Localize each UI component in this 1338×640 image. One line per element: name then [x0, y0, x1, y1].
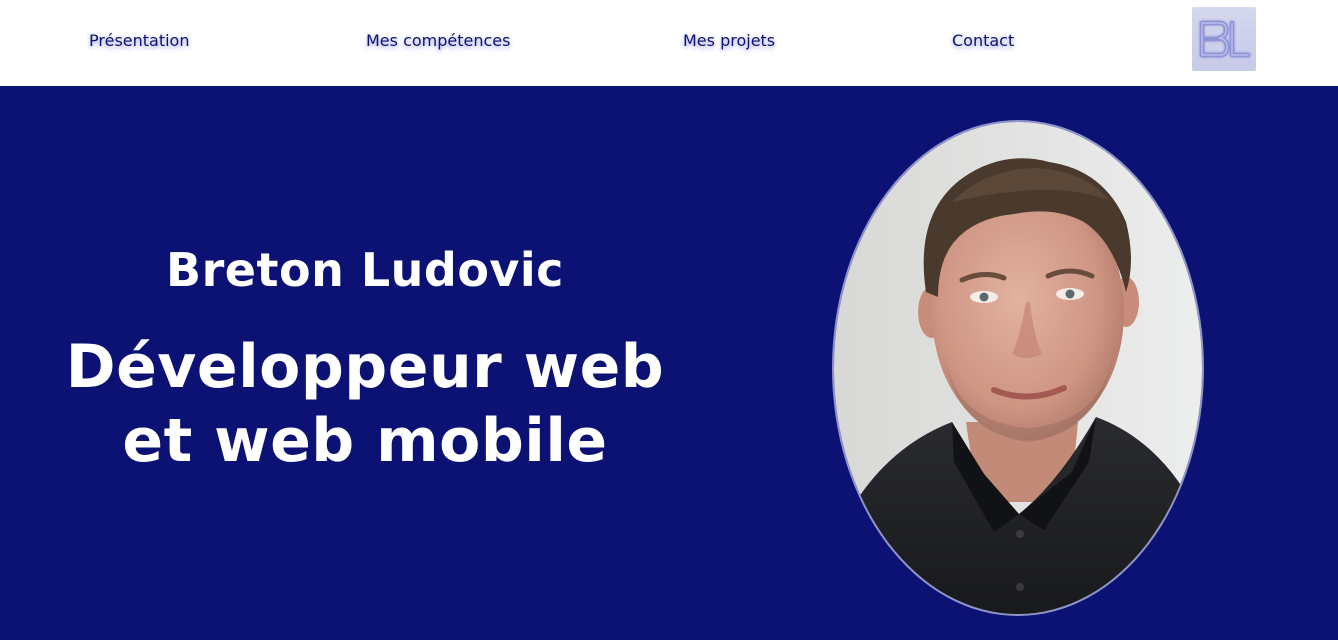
nav-link-presentation[interactable]: Présentation: [89, 31, 189, 50]
logo-bl-icon: [1199, 20, 1251, 58]
hero-title: Développeur web et web mobile: [65, 332, 665, 476]
hero-name: Breton Ludovic: [166, 243, 564, 297]
navbar: Présentation Mes compétences Mes projets…: [0, 0, 1338, 86]
site-logo[interactable]: [1192, 7, 1256, 71]
profile-photo: [832, 120, 1204, 616]
profile-photo-image: [834, 122, 1202, 614]
hero-section: Breton Ludovic Développeur web et web mo…: [0, 86, 1338, 640]
nav-link-competences[interactable]: Mes compétences: [366, 31, 510, 50]
nav-link-contact[interactable]: Contact: [952, 31, 1014, 50]
nav-link-projets[interactable]: Mes projets: [683, 31, 775, 50]
